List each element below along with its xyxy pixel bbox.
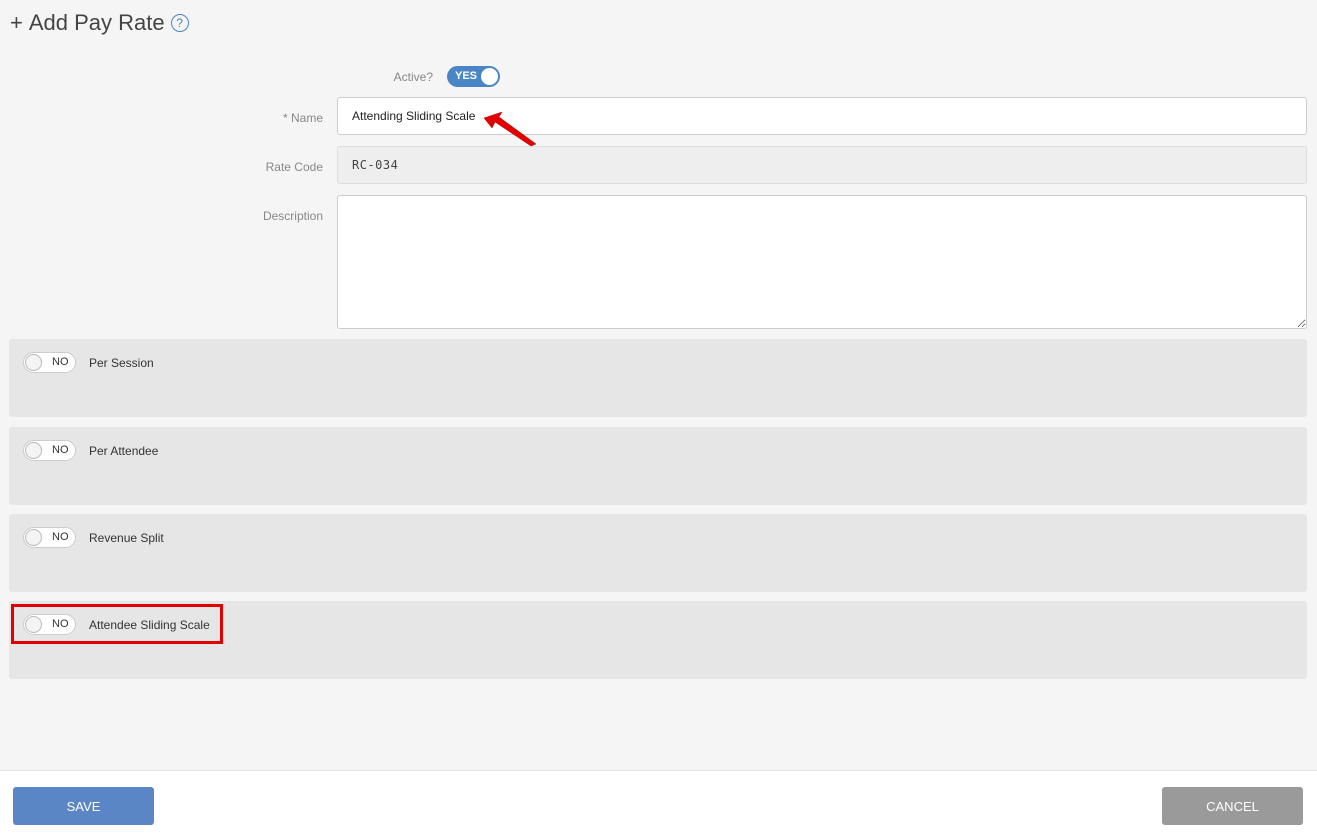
name-label: * Name — [282, 111, 323, 125]
revenue-split-label: Revenue Split — [89, 531, 164, 545]
description-label: Description — [262, 209, 323, 223]
arrow-annotation-icon — [483, 111, 537, 147]
cancel-button[interactable]: CANCEL — [1162, 787, 1303, 825]
per-session-toggle[interactable]: NO — [23, 352, 76, 373]
rate-code-label: Rate Code — [265, 160, 323, 174]
page-header: + Add Pay Rate ? — [10, 10, 189, 36]
active-toggle[interactable]: YES — [447, 66, 500, 87]
rate-code-input — [337, 146, 1307, 184]
help-icon[interactable]: ? — [170, 14, 189, 32]
plus-icon: + — [10, 10, 23, 35]
active-toggle-text: YES — [455, 70, 478, 82]
save-button[interactable]: SAVE — [13, 787, 154, 825]
toggle-knob — [25, 442, 42, 459]
highlight-annotation — [11, 604, 223, 644]
per-attendee-toggle[interactable]: NO — [23, 440, 76, 461]
per-attendee-panel: NO Per Attendee — [9, 427, 1307, 505]
active-label: Active? — [393, 70, 433, 84]
description-textarea[interactable] — [337, 195, 1307, 329]
revenue-split-toggle[interactable]: NO — [23, 527, 76, 548]
footer-bar: SAVE CANCEL — [0, 770, 1317, 837]
toggle-text: NO — [52, 531, 69, 543]
per-session-panel: NO Per Session — [9, 339, 1307, 417]
toggle-knob — [25, 529, 42, 546]
per-attendee-label: Per Attendee — [89, 444, 159, 458]
toggle-text: NO — [52, 356, 69, 368]
toggle-knob — [25, 354, 42, 371]
toggle-text: NO — [52, 444, 69, 456]
per-session-label: Per Session — [89, 356, 154, 370]
revenue-split-panel: NO Revenue Split — [9, 514, 1307, 592]
page-title: Add Pay Rate — [28, 10, 165, 35]
toggle-knob — [481, 68, 498, 85]
